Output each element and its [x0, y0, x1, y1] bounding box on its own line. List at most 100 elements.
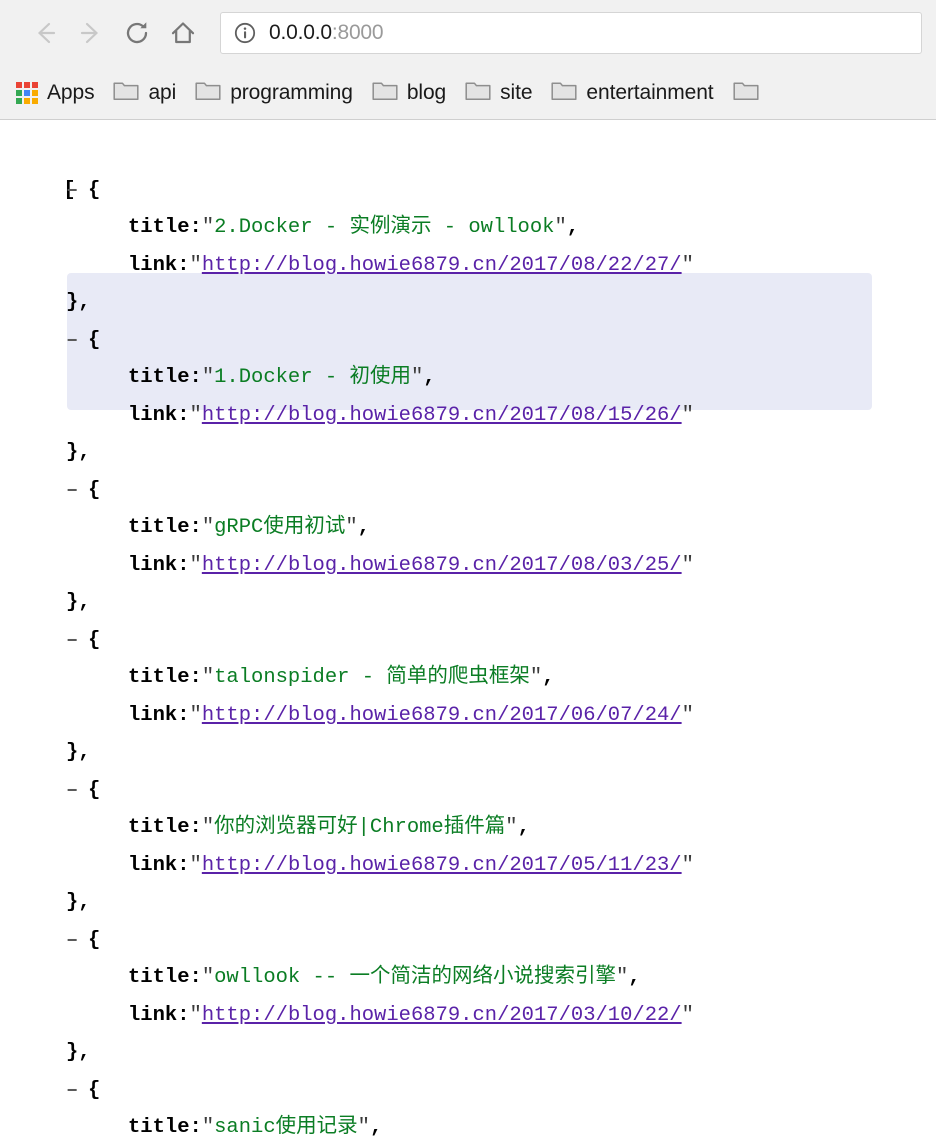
property-value-title: 2.Docker - 实例演示 - owllook	[214, 216, 555, 239]
json-property-link: link:"http://blog.howie6879.cn/2017/06/0…	[0, 697, 936, 735]
bookmark-api[interactable]: api	[113, 79, 176, 106]
quote-close: "	[681, 1003, 694, 1027]
quote-open: "	[189, 553, 202, 577]
bookmarks-bar: Apps api programming blog site entertain…	[0, 66, 936, 119]
json-property-title: title:"2.Docker - 实例演示 - owllook",	[0, 209, 936, 247]
object-close-brace: },	[66, 741, 91, 764]
json-property-title: title:"owllook -- 一个简洁的网络小说搜索引擎",	[0, 959, 936, 997]
arrow-left-icon	[30, 18, 60, 48]
property-value-link[interactable]: http://blog.howie6879.cn/2017/05/11/23/	[202, 854, 682, 877]
property-key-link: link:	[128, 853, 190, 877]
json-object-open: –{	[0, 622, 936, 660]
bookmark-label: entertainment	[586, 80, 714, 104]
quote-close: "	[681, 853, 694, 877]
bookmark-label: api	[148, 80, 177, 104]
quote-close: "	[615, 966, 629, 989]
property-key-title: title:	[128, 966, 202, 989]
collapse-toggle[interactable]: –	[66, 1072, 88, 1110]
object-close-brace: },	[66, 291, 91, 314]
bookmark-label: programming	[230, 80, 353, 104]
property-value-link[interactable]: http://blog.howie6879.cn/2017/06/07/24/	[202, 704, 682, 727]
bookmark-label: site	[500, 80, 533, 104]
quote-open: "	[189, 853, 202, 877]
bookmark-apps[interactable]: Apps	[16, 81, 95, 105]
bookmark-programming[interactable]: programming	[195, 79, 353, 106]
info-circle-icon[interactable]	[233, 21, 257, 45]
quote-close: "	[505, 816, 518, 839]
json-property-title: title:"你的浏览器可好|Chrome插件篇",	[0, 809, 936, 847]
quote-close: "	[681, 403, 694, 427]
quote-open: "	[201, 516, 215, 539]
collapse-toggle[interactable]: –	[66, 772, 88, 810]
quote-close: "	[554, 216, 567, 239]
url-host: 0.0.0.0	[269, 21, 332, 44]
quote-open: "	[201, 366, 215, 389]
collapse-toggle[interactable]: –	[66, 472, 88, 510]
arrow-right-icon	[76, 18, 106, 48]
quote-open: "	[189, 403, 202, 427]
folder-icon	[113, 79, 140, 106]
quote-close: "	[345, 516, 358, 539]
property-value-link[interactable]: http://blog.howie6879.cn/2017/08/15/26/	[202, 404, 682, 427]
collapse-toggle[interactable]: –	[66, 172, 88, 210]
json-object-open: –{	[0, 172, 936, 210]
folder-icon	[551, 79, 577, 106]
property-value-title: talonspider - 简单的爬虫框架	[214, 666, 530, 689]
json-property-link: link:"http://blog.howie6879.cn/2017/03/1…	[0, 997, 936, 1035]
property-key-title: title:	[128, 1116, 202, 1139]
property-value-title: 你的浏览器可好|Chrome插件篇	[214, 816, 506, 839]
quote-close: "	[529, 666, 543, 689]
quote-open: "	[201, 216, 215, 239]
property-value-link[interactable]: http://blog.howie6879.cn/2017/08/22/27/	[202, 254, 682, 277]
bookmark-entertainment[interactable]: entertainment	[551, 79, 714, 106]
quote-open: "	[189, 1003, 202, 1027]
collapse-toggle[interactable]: –	[66, 922, 88, 960]
property-value-title: gRPC使用初试	[214, 516, 346, 539]
comma: ,	[542, 666, 555, 689]
quote-open: "	[189, 703, 202, 727]
bookmark-blog[interactable]: blog	[372, 79, 446, 106]
home-button[interactable]	[160, 10, 206, 56]
object-close-brace: },	[66, 1041, 91, 1064]
json-object-close: },	[0, 434, 936, 472]
apps-grid-icon	[16, 81, 38, 104]
comma: ,	[423, 366, 436, 389]
json-object-close: },	[0, 1034, 936, 1072]
object-close-brace: },	[66, 891, 91, 914]
comma: ,	[517, 816, 530, 839]
json-viewer: [ –{ title:"2.Docker - 实例演示 - owllook", …	[0, 120, 936, 1140]
quote-open: "	[201, 1116, 215, 1139]
object-open-brace: {	[88, 178, 101, 202]
json-property-title: title:"1.Docker - 初使用",	[0, 359, 936, 397]
object-open-brace: {	[88, 1078, 101, 1102]
property-key-link: link:	[128, 553, 190, 577]
bookmark-overflow[interactable]	[732, 79, 759, 106]
property-value-title: 1.Docker - 初使用	[214, 366, 411, 389]
json-property-link: link:"http://blog.howie6879.cn/2017/08/1…	[0, 397, 936, 435]
json-property-link: link:"http://blog.howie6879.cn/2017/08/0…	[0, 547, 936, 585]
home-icon	[168, 18, 198, 48]
quote-close: "	[357, 1116, 370, 1139]
folder-icon	[732, 79, 759, 106]
property-key-title: title:	[128, 516, 202, 539]
address-bar[interactable]: 0.0.0.0:8000	[220, 12, 922, 54]
reload-button[interactable]	[114, 10, 160, 56]
quote-open: "	[201, 966, 215, 989]
forward-button[interactable]	[68, 10, 114, 56]
comma: ,	[369, 1116, 383, 1139]
reload-icon	[122, 18, 152, 48]
bookmark-site[interactable]: site	[465, 79, 533, 106]
url-port: :8000	[331, 21, 384, 44]
object-close-brace: },	[66, 441, 91, 464]
property-value-link[interactable]: http://blog.howie6879.cn/2017/08/03/25/	[202, 554, 682, 577]
back-button[interactable]	[22, 10, 68, 56]
collapse-toggle[interactable]: –	[66, 622, 88, 660]
property-key-link: link:	[128, 403, 190, 427]
collapse-toggle[interactable]: –	[66, 322, 88, 360]
folder-icon	[195, 79, 221, 106]
object-open-brace: {	[88, 478, 101, 502]
browser-chrome: 0.0.0.0:8000 Apps api programming blog s…	[0, 0, 936, 120]
object-open-brace: {	[88, 328, 101, 352]
comma: ,	[628, 966, 641, 989]
property-value-link[interactable]: http://blog.howie6879.cn/2017/03/10/22/	[202, 1004, 682, 1027]
